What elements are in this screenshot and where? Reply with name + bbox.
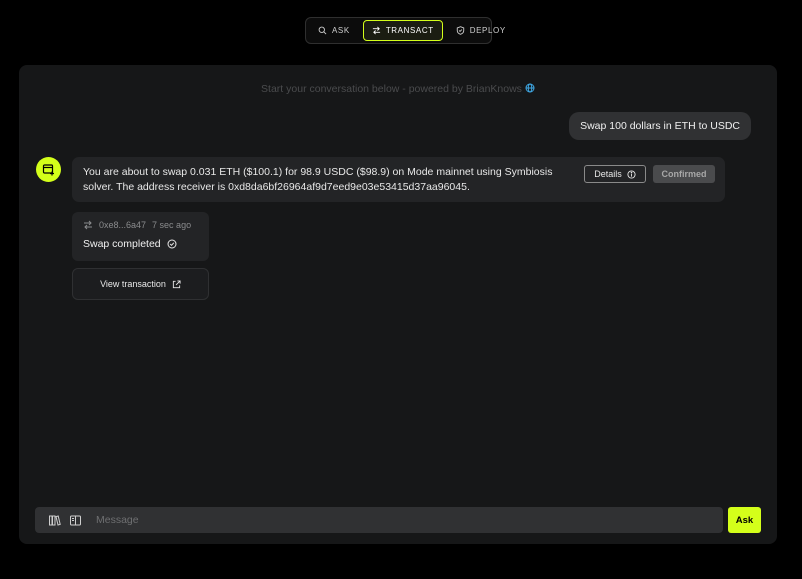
tab-transact[interactable]: TRANSACT [362, 20, 443, 41]
shield-icon [456, 26, 464, 35]
bot-message-text: You are about to swap 0.031 ETH ($100.1)… [83, 166, 553, 193]
view-transaction-button[interactable]: View transaction [72, 268, 209, 300]
transaction-status: Swap completed [83, 238, 198, 250]
transaction-meta: 0xe8...6a47 7 sec ago [83, 220, 198, 230]
tab-ask[interactable]: ASK [309, 20, 359, 41]
transaction-card: 0xe8...6a47 7 sec ago Swap completed [72, 212, 209, 261]
transaction-time: 7 sec ago [152, 220, 192, 230]
library-icon[interactable] [48, 514, 61, 527]
transaction-hash[interactable]: 0xe8...6a47 [99, 220, 146, 230]
chat-panel: Start your conversation below - powered … [19, 65, 777, 544]
transaction-status-text: Swap completed [83, 238, 161, 250]
mode-tabs: ASK TRANSACT DEPLOY [305, 17, 505, 44]
user-message-text: Swap 100 dollars in ETH to USDC [580, 120, 740, 132]
composer [35, 507, 723, 533]
ask-button[interactable]: Ask [728, 507, 761, 533]
message-input[interactable] [96, 514, 696, 526]
tab-transact-label: TRANSACT [385, 26, 434, 35]
details-label: Details [594, 168, 622, 179]
confirmed-button[interactable]: Confirmed [653, 165, 715, 183]
view-transaction-label: View transaction [100, 279, 166, 289]
tab-deploy-label: DEPLOY [469, 26, 506, 35]
search-icon [318, 26, 327, 35]
details-button[interactable]: Details [584, 165, 646, 183]
ask-label: Ask [735, 514, 754, 526]
swap-icon [84, 220, 92, 230]
info-icon [627, 169, 636, 179]
intro-text: Start your conversation below - powered … [19, 83, 777, 95]
external-link-icon [172, 279, 181, 288]
globe-icon [525, 83, 535, 93]
bot-icon [42, 163, 54, 175]
bot-message: You are about to swap 0.031 ETH ($100.1)… [72, 157, 725, 202]
user-message: Swap 100 dollars in ETH to USDC [569, 112, 751, 140]
tab-deploy[interactable]: DEPLOY [447, 20, 515, 41]
intro-label: Start your conversation below - powered … [261, 83, 522, 95]
swap-icon [372, 26, 380, 35]
check-circle-icon [167, 239, 177, 249]
sidebar-panel-icon[interactable] [69, 514, 82, 527]
confirmed-label: Confirmed [661, 168, 707, 179]
tab-ask-label: ASK [332, 26, 350, 35]
avatar [36, 157, 61, 182]
